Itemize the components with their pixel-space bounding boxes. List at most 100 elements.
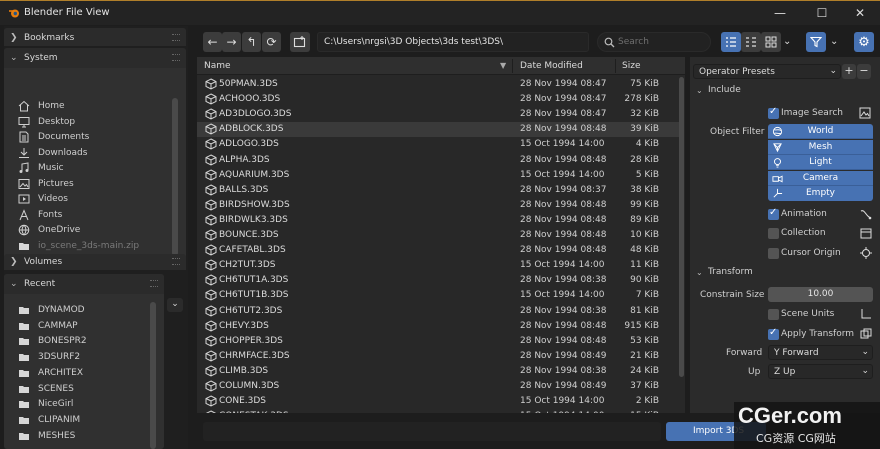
- minimize-button[interactable]: —: [772, 5, 788, 21]
- chevron-down-icon[interactable]: ⌄: [696, 268, 703, 277]
- animation-checkbox[interactable]: [768, 207, 779, 220]
- file-row[interactable]: AD3DLOGO.3DS 28 Nov 1994 08:47 32 KiB: [197, 107, 679, 122]
- file-row[interactable]: CAFETABL.3DS 28 Nov 1994 08:48 48 KiB: [197, 243, 679, 258]
- recent-item[interactable]: SCENES: [18, 382, 168, 397]
- file-row[interactable]: 50PMAN.3DS 28 Nov 1994 08:47 75 KiB: [197, 77, 679, 92]
- search-input[interactable]: Search: [597, 32, 711, 52]
- directory-path-input[interactable]: C:\Users\nrgsi\3D Objects\3ds test\3DS\: [317, 32, 589, 52]
- column-size-header[interactable]: Size: [622, 61, 640, 71]
- volumes-panel[interactable]: ❯ Volumes: [4, 254, 186, 270]
- file-row[interactable]: ACHOOO.3DS 28 Nov 1994 08:47 278 KiB: [197, 92, 679, 107]
- sidebar-item-downloads[interactable]: Downloads: [18, 146, 168, 161]
- sidebar-item-onedrive[interactable]: OneDrive: [18, 223, 168, 238]
- drag-grip-icon[interactable]: [150, 280, 158, 287]
- include-section-label[interactable]: Include: [708, 85, 741, 95]
- sidebar-item-fonts[interactable]: Fonts: [18, 208, 168, 223]
- file-row[interactable]: ADLOGO.3DS 15 Oct 1994 14:00 4 KiB: [197, 137, 679, 152]
- sort-descending-icon[interactable]: ▼: [500, 61, 506, 70]
- recent-item[interactable]: MESHES: [18, 429, 168, 444]
- add-preset-button[interactable]: +: [842, 64, 856, 79]
- recent-item[interactable]: DYNAMOD: [18, 303, 168, 318]
- cursor-origin-label[interactable]: Cursor Origin: [781, 248, 841, 258]
- vertical-list-view-button[interactable]: [721, 32, 741, 52]
- forward-button[interactable]: →: [222, 32, 241, 52]
- file-row[interactable]: CH2TUT.3DS 15 Oct 1994 14:00 11 KiB: [197, 258, 679, 273]
- recent-item[interactable]: 3DSURF2: [18, 350, 168, 365]
- remove-preset-button[interactable]: −: [857, 64, 871, 79]
- sidebar-item-videos[interactable]: Videos: [18, 192, 168, 207]
- file-row[interactable]: CH6TUT1B.3DS 15 Oct 1994 14:00 7 KiB: [197, 288, 679, 303]
- sidebar-item-documents[interactable]: Documents: [18, 130, 168, 145]
- image-search-label[interactable]: Image Search: [781, 108, 843, 118]
- maximize-button[interactable]: ☐: [814, 5, 830, 21]
- sidebar-item-pictures[interactable]: Pictures: [18, 177, 168, 192]
- collection-label[interactable]: Collection: [781, 228, 826, 238]
- file-row[interactable]: BALLS.3DS 28 Nov 1994 08:37 38 KiB: [197, 183, 679, 198]
- animation-label[interactable]: Animation: [781, 209, 827, 219]
- recent-item[interactable]: NiceGirl: [18, 397, 168, 412]
- drag-grip-icon[interactable]: [172, 258, 180, 265]
- transform-section-label[interactable]: Transform: [708, 267, 753, 277]
- file-row[interactable]: CLIMB.3DS 28 Nov 1994 08:38 24 KiB: [197, 364, 679, 379]
- display-settings-chevron-icon[interactable]: ⌄: [783, 36, 791, 47]
- file-row[interactable]: BIRDWLK3.3DS 28 Nov 1994 08:48 89 KiB: [197, 213, 679, 228]
- file-row[interactable]: ALPHA.3DS 28 Nov 1994 08:48 28 KiB: [197, 153, 679, 168]
- horizontal-list-view-button[interactable]: [741, 32, 761, 52]
- system-header[interactable]: ⌄ System: [4, 48, 186, 68]
- parent-directory-button[interactable]: ↰: [242, 32, 261, 52]
- file-list-scrollbar[interactable]: [679, 77, 684, 377]
- recent-options-chevron-icon[interactable]: ⌄: [167, 298, 183, 312]
- sidebar-item-music[interactable]: Music: [18, 161, 168, 176]
- bookmarks-panel[interactable]: ❯ Bookmarks: [4, 28, 186, 46]
- refresh-button[interactable]: ⟳: [262, 32, 281, 52]
- recent-item[interactable]: CAMMAP: [18, 319, 168, 334]
- drag-grip-icon[interactable]: [172, 54, 180, 61]
- file-row[interactable]: ADBLOCK.3DS 28 Nov 1994 08:48 39 KiB: [197, 122, 679, 138]
- scene-units-label[interactable]: Scene Units: [781, 309, 834, 319]
- operator-presets-dropdown[interactable]: Operator Presets ⌄: [693, 64, 841, 79]
- settings-button[interactable]: ⚙: [854, 32, 874, 52]
- filename-input[interactable]: [203, 422, 661, 441]
- file-row[interactable]: CHRMFACE.3DS 28 Nov 1994 08:49 21 KiB: [197, 349, 679, 364]
- up-axis-dropdown[interactable]: Z Up ⌄: [768, 364, 873, 379]
- file-row[interactable]: AQUARIUM.3DS 15 Oct 1994 14:00 5 KiB: [197, 168, 679, 183]
- recent-item[interactable]: ARCHITEX: [18, 366, 168, 381]
- column-name-header[interactable]: Name: [204, 61, 231, 71]
- drag-grip-icon[interactable]: [172, 34, 180, 41]
- file-row[interactable]: BOUNCE.3DS 28 Nov 1994 08:48 10 KiB: [197, 228, 679, 243]
- forward-axis-dropdown[interactable]: Y Forward ⌄: [768, 345, 873, 360]
- recent-header[interactable]: ⌄ Recent: [4, 274, 164, 294]
- file-row[interactable]: CHOPPER.3DS 28 Nov 1994 08:48 53 KiB: [197, 334, 679, 349]
- object-filter-world[interactable]: World: [768, 124, 873, 139]
- object-filter-mesh[interactable]: Mesh: [768, 139, 873, 155]
- constrain-size-field[interactable]: 10.00: [768, 287, 873, 302]
- recent-item[interactable]: CLIPANIM: [18, 413, 168, 428]
- column-date-header[interactable]: Date Modified: [520, 61, 583, 71]
- thumbnail-view-button[interactable]: [761, 32, 781, 52]
- close-button[interactable]: ✕: [852, 5, 868, 21]
- system-scrollbar[interactable]: [172, 98, 178, 256]
- filter-settings-chevron-icon[interactable]: ⌄: [830, 36, 838, 47]
- image-search-checkbox[interactable]: [768, 106, 779, 119]
- sidebar-item-io-scene-3ds-main-zip[interactable]: io_scene_3ds-main.zip: [18, 239, 168, 254]
- object-filter-light[interactable]: Light: [768, 155, 873, 171]
- recent-item[interactable]: BONESPR2: [18, 334, 168, 349]
- sidebar-item-home[interactable]: Home: [18, 99, 168, 114]
- object-filter-camera[interactable]: Camera: [768, 170, 873, 186]
- sidebar-item-desktop[interactable]: Desktop: [18, 115, 168, 130]
- chevron-down-icon[interactable]: ⌄: [696, 86, 703, 95]
- recent-scrollbar[interactable]: [150, 302, 156, 449]
- back-button[interactable]: ←: [203, 32, 222, 52]
- apply-transform-checkbox[interactable]: [768, 327, 779, 340]
- file-row[interactable]: CH6TUT1A.3DS 28 Nov 1994 08:38 90 KiB: [197, 273, 679, 288]
- filter-toggle-button[interactable]: [806, 32, 826, 52]
- file-row[interactable]: BIRDSHOW.3DS 28 Nov 1994 08:48 99 KiB: [197, 198, 679, 213]
- object-filter-empty[interactable]: Empty: [768, 186, 873, 202]
- scene-units-checkbox[interactable]: [768, 309, 779, 320]
- apply-transform-label[interactable]: Apply Transform: [781, 329, 854, 339]
- new-folder-button[interactable]: [290, 32, 310, 52]
- cursor-origin-checkbox[interactable]: [768, 248, 779, 259]
- collection-checkbox[interactable]: [768, 228, 779, 239]
- file-row[interactable]: CH6TUT2.3DS 28 Nov 1994 08:38 81 KiB: [197, 304, 679, 319]
- file-row[interactable]: CONESTAK.3DS 15 Oct 1994 14:00 15 KiB: [197, 409, 679, 413]
